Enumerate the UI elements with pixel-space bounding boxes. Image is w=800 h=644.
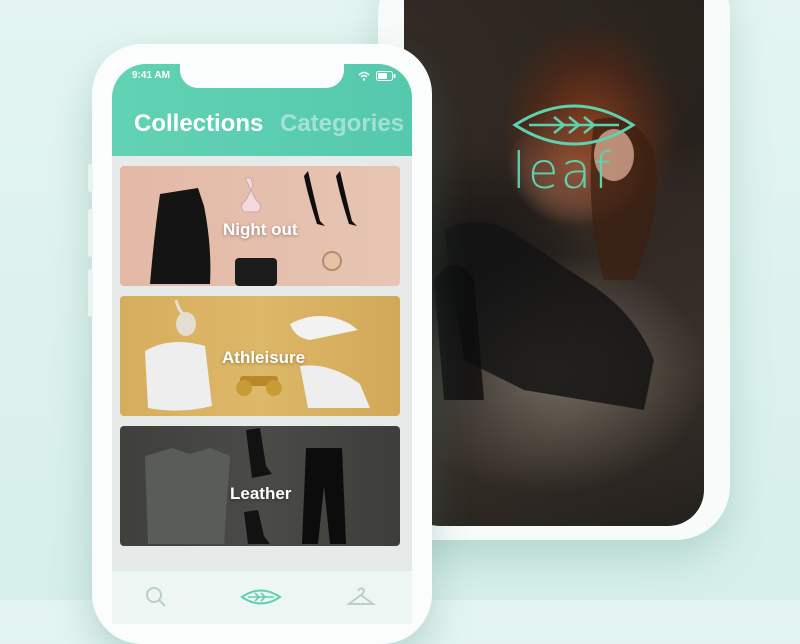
side-button — [88, 209, 93, 257]
tab-categories[interactable]: Categories — [280, 110, 404, 138]
tab-collections[interactable]: Collections — [134, 110, 263, 138]
app-phone: 9:41 AM Collections Categories Night out… — [88, 44, 432, 644]
bottom-tab-bar — [112, 570, 412, 624]
leaf-icon[interactable] — [240, 587, 282, 607]
search-icon[interactable] — [144, 585, 168, 609]
collection-card-athleisure[interactable]: Athleisure — [120, 296, 400, 416]
app-header: 9:41 AM Collections Categories — [112, 64, 412, 156]
collection-label: Leather — [230, 484, 292, 503]
hanger-icon[interactable] — [346, 585, 376, 609]
collection-label: Night out — [223, 220, 298, 239]
side-button — [88, 164, 93, 192]
splash-screen: leaf — [404, 0, 704, 526]
brand-wordmark: leaf — [512, 142, 613, 200]
collection-card-leather[interactable]: Leather — [120, 426, 400, 546]
side-button — [88, 269, 93, 317]
battery-icon — [376, 71, 396, 81]
model-photo — [434, 118, 657, 410]
status-time: 9:41 AM — [132, 70, 170, 81]
collection-card-night-out[interactable]: Night out — [120, 166, 400, 286]
wifi-icon — [358, 71, 370, 81]
phone-notch — [180, 64, 344, 88]
status-icons — [358, 71, 396, 81]
collection-label: Athleisure — [222, 348, 306, 367]
app-screen: 9:41 AM Collections Categories Night out… — [112, 64, 412, 624]
